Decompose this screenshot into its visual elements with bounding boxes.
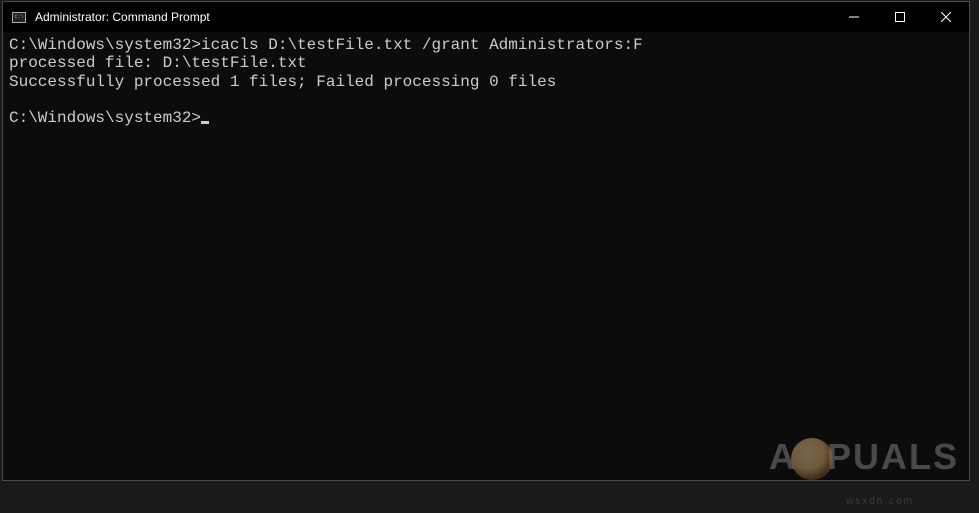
terminal-prompt-line: C:\Windows\system32>: [9, 109, 963, 127]
command-prompt-window: C:\ Administrator: Command Prompt C:\Win…: [2, 1, 970, 481]
terminal-line: C:\Windows\system32>icacls D:\testFile.t…: [9, 36, 963, 54]
cursor-icon: [201, 121, 209, 124]
sub-watermark: wsxdn.com: [846, 496, 914, 507]
window-title: Administrator: Command Prompt: [35, 10, 210, 24]
terminal-output: Successfully processed 1 files; Failed p…: [9, 73, 963, 91]
minimize-button[interactable]: [831, 2, 877, 32]
titlebar[interactable]: C:\ Administrator: Command Prompt: [3, 2, 969, 32]
cmd-icon: C:\: [11, 11, 27, 23]
terminal-blank: [9, 91, 963, 109]
command-text: icacls D:\testFile.txt /grant Administra…: [201, 36, 643, 54]
terminal-output: processed file: D:\testFile.txt: [9, 54, 963, 72]
window-controls: [831, 2, 969, 32]
close-button[interactable]: [923, 2, 969, 32]
prompt-text: C:\Windows\system32>: [9, 109, 201, 127]
prompt-text: C:\Windows\system32>: [9, 36, 201, 54]
maximize-button[interactable]: [877, 2, 923, 32]
terminal-body[interactable]: C:\Windows\system32>icacls D:\testFile.t…: [3, 32, 969, 480]
